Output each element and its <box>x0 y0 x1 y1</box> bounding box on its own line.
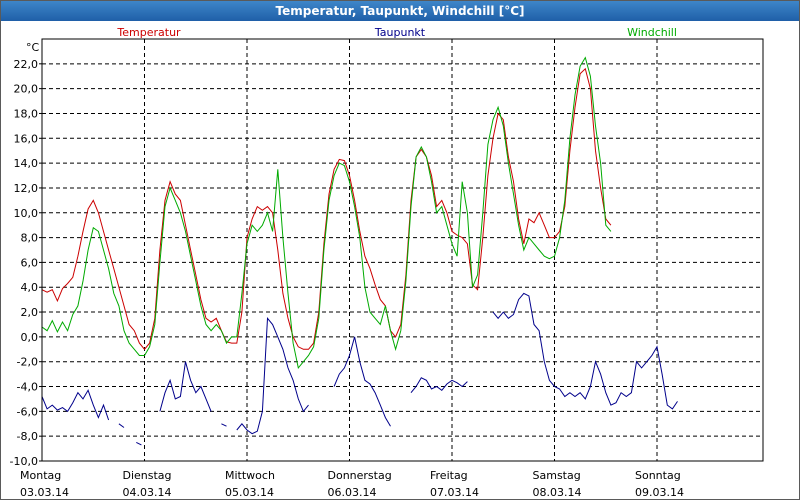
y-tick-label: -2,0 <box>17 356 38 369</box>
x-date-label: 06.03.14 <box>328 486 377 499</box>
y-tick-label: 10,0 <box>14 207 39 220</box>
chart-background <box>1 21 799 499</box>
x-date-label: 08.03.14 <box>533 486 582 499</box>
x-day-label: Mittwoch <box>225 469 275 482</box>
y-tick-label: 4,0 <box>21 281 39 294</box>
x-date-label: 05.03.14 <box>225 486 274 499</box>
y-tick-label: 12,0 <box>14 182 39 195</box>
x-day-label: Freitag <box>430 469 468 482</box>
y-tick-label: -4,0 <box>17 381 38 394</box>
x-day-label: Donnerstag <box>328 469 392 482</box>
y-tick-label: 20,0 <box>14 83 39 96</box>
y-tick-label: 14,0 <box>14 157 39 170</box>
legend-windchill: Windchill <box>627 26 677 39</box>
x-date-label: 04.03.14 <box>123 486 172 499</box>
y-tick-label: -8,0 <box>17 430 38 443</box>
legend-taupunkt: Taupunkt <box>374 26 426 39</box>
x-day-label: Samstag <box>533 469 581 482</box>
x-date-label: 03.03.14 <box>20 486 69 499</box>
chart-window: Temperatur, Taupunkt, Windchill [°C] -10… <box>0 0 800 500</box>
window-title: Temperatur, Taupunkt, Windchill [°C] <box>1 1 799 21</box>
y-tick-label: 18,0 <box>14 107 39 120</box>
x-date-label: 07.03.14 <box>430 486 479 499</box>
x-date-label: 09.03.14 <box>635 486 684 499</box>
y-tick-label: 2,0 <box>21 306 39 319</box>
y-tick-label: 0,0 <box>21 331 39 344</box>
y-tick-label: -10,0 <box>10 455 38 468</box>
x-day-label: Sonntag <box>635 469 681 482</box>
y-tick-label: -6,0 <box>17 405 38 418</box>
chart-area: -10,0 -8,0 -6,0 -4,0 -2,0 0,0 2,0 4,0 6,0 8,0 10,0… <box>1 21 799 499</box>
x-day-label: Dienstag <box>123 469 172 482</box>
legend-temperatur: Temperatur <box>116 26 181 39</box>
y-unit-label: °C <box>26 41 40 54</box>
x-day-label: Montag <box>20 469 61 482</box>
y-tick-label: 16,0 <box>14 132 39 145</box>
y-tick-label: 8,0 <box>21 232 39 245</box>
y-tick-label: 6,0 <box>21 256 39 269</box>
y-tick-label: 22,0 <box>14 58 39 71</box>
